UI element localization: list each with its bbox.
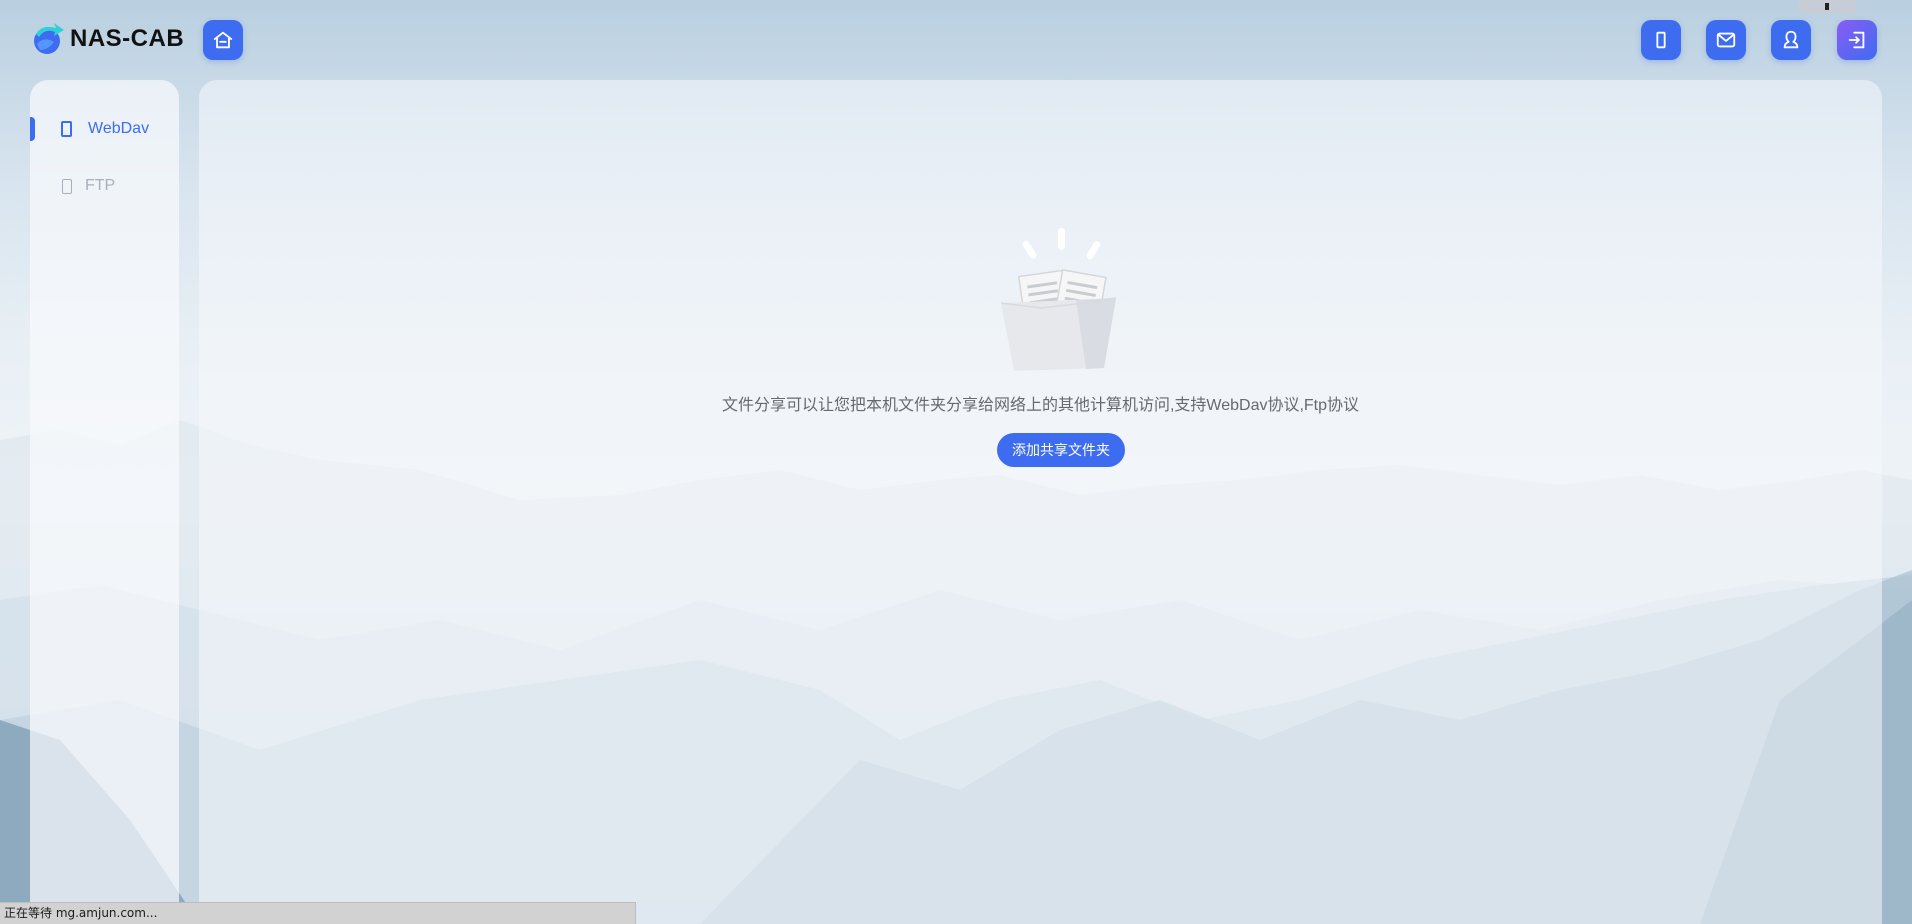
logo-text: NAS-CAB (70, 25, 185, 52)
sidebar-item-webdav[interactable]: WebDav (30, 109, 179, 149)
sidebar-item-label: WebDav (88, 120, 150, 137)
phone-icon (1656, 31, 1666, 49)
logout-icon (1848, 31, 1865, 49)
home-button[interactable] (203, 20, 243, 60)
home-icon (213, 31, 233, 49)
phone-button[interactable] (1641, 20, 1681, 60)
user-button[interactable] (1771, 20, 1811, 60)
user-icon (1783, 30, 1799, 49)
add-shared-folder-button[interactable]: 添加共享文件夹 (997, 433, 1125, 467)
sidebar: WebDav FTP (30, 80, 179, 924)
empty-message: 文件分享可以让您把本机文件夹分享给网络上的其他计算机访问,支持WebDav协议,… (721, 397, 1360, 414)
empty-folder-icon (1000, 228, 1117, 371)
empty-state: 文件分享可以让您把本机文件夹分享给网络上的其他计算机访问,支持WebDav协议,… (199, 80, 1882, 480)
sidebar-item-ftp[interactable]: FTP (30, 166, 179, 206)
logout-button[interactable] (1837, 20, 1877, 60)
active-indicator (30, 117, 35, 141)
device-icon (62, 178, 72, 194)
top-bar: NAS-CAB (0, 0, 1912, 80)
logo-mark-icon (34, 23, 64, 54)
top-tab-handle[interactable] (1798, 0, 1856, 14)
sidebar-item-label: FTP (85, 177, 116, 194)
browser-status-bar: 正在等待 mg.amjun.com... (0, 902, 636, 924)
app-logo[interactable]: NAS-CAB (30, 22, 184, 56)
mail-button[interactable] (1706, 20, 1746, 60)
device-icon (61, 121, 72, 137)
mail-icon (1716, 32, 1736, 48)
main-panel: 文件分享可以让您把本机文件夹分享给网络上的其他计算机访问,支持WebDav协议,… (199, 80, 1882, 924)
